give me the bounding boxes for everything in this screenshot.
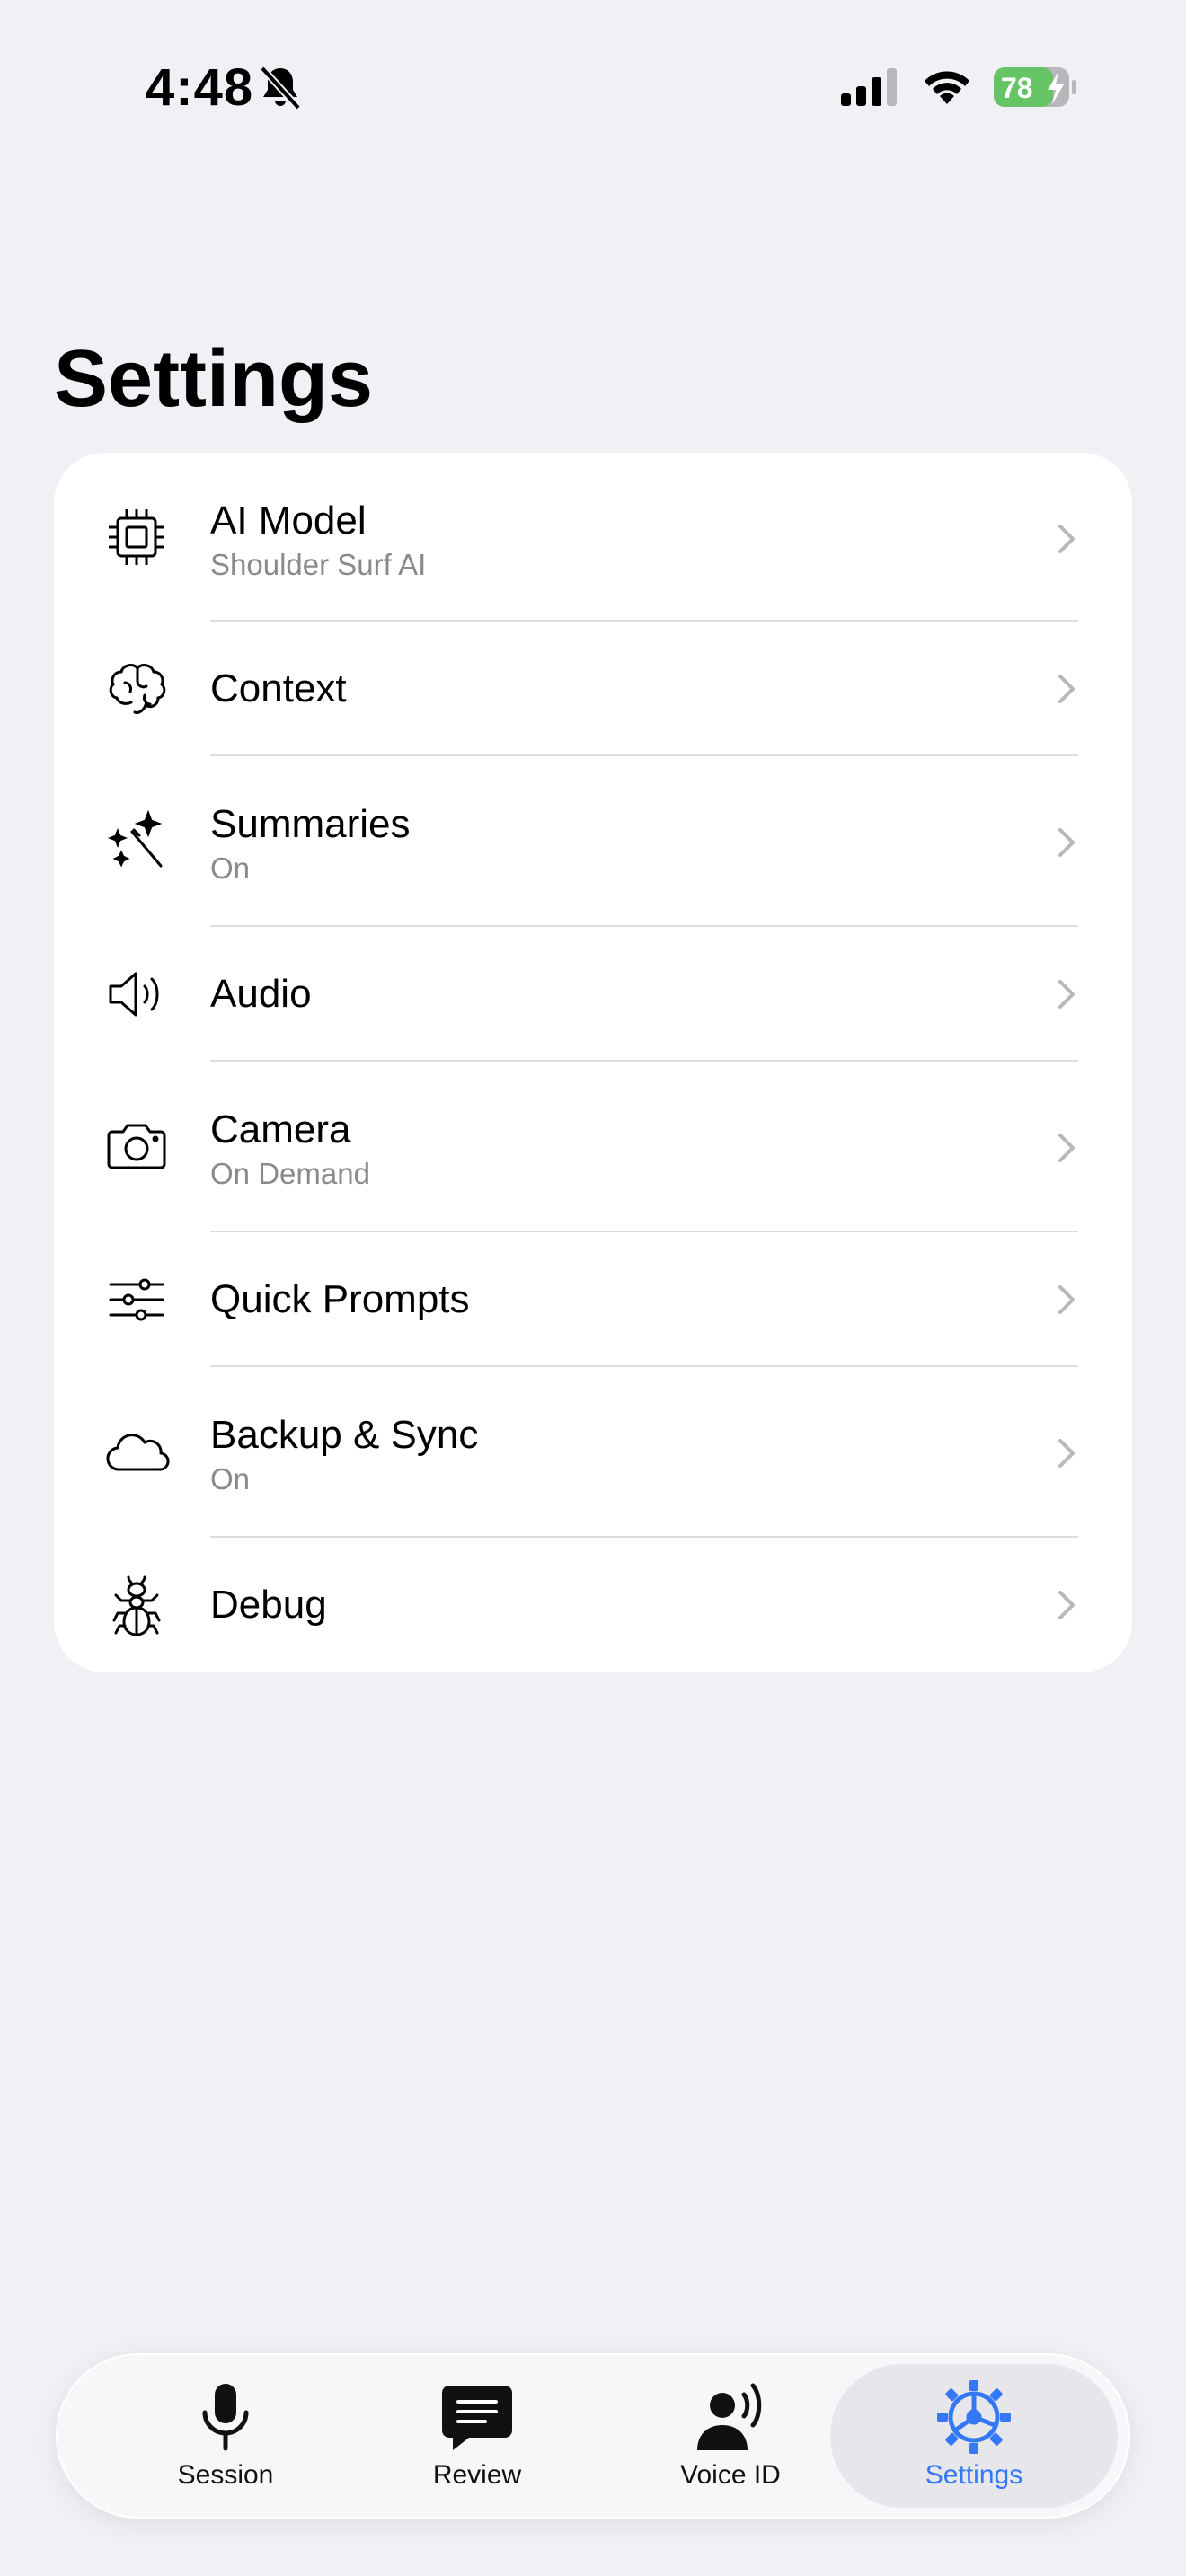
settings-row-subtitle: On Demand xyxy=(210,1157,370,1190)
person-wave-icon xyxy=(697,2383,762,2450)
chevron-right-icon xyxy=(1058,675,1075,703)
chevron-right-icon xyxy=(1058,828,1075,857)
tab-voice-id[interactable]: Voice ID xyxy=(600,2364,861,2508)
settings-row-label: Summaries xyxy=(210,802,411,846)
chevron-right-icon xyxy=(1058,525,1075,553)
tab-settings[interactable]: Settings xyxy=(830,2364,1118,2508)
battery-percent: 78 xyxy=(1001,72,1033,104)
settings-row-subtitle: Shoulder Surf AI xyxy=(210,548,427,581)
settings-row-label: Audio xyxy=(210,972,312,1016)
microphone-icon xyxy=(202,2384,249,2451)
speaker-icon xyxy=(101,958,173,1030)
brain-icon xyxy=(101,653,173,725)
chevron-right-icon xyxy=(1058,1285,1075,1314)
settings-row-label: Debug xyxy=(210,1583,327,1627)
settings-row-summaries[interactable]: Summaries On xyxy=(54,756,1132,927)
camera-icon xyxy=(101,1111,173,1183)
settings-row-subtitle: On xyxy=(210,851,251,885)
tab-label: Voice ID xyxy=(680,2460,781,2490)
chevron-right-icon xyxy=(1058,1591,1075,1619)
settings-row-camera[interactable]: Camera On Demand xyxy=(54,1062,1132,1232)
tab-session[interactable]: Session xyxy=(95,2364,356,2508)
settings-row-debug[interactable]: Debug xyxy=(54,1538,1132,1672)
tab-review[interactable]: Review xyxy=(347,2364,607,2508)
settings-row-label: AI Model xyxy=(210,498,367,543)
chevron-right-icon xyxy=(1058,980,1075,1009)
settings-row-label: Camera xyxy=(210,1107,351,1151)
tab-label: Settings xyxy=(925,2460,1023,2490)
status-bar: 4:48 78 xyxy=(0,0,1186,171)
cloud-icon xyxy=(101,1416,173,1488)
chevron-right-icon xyxy=(1058,1439,1075,1468)
settings-row-subtitle: On xyxy=(210,1462,251,1495)
ant-icon xyxy=(101,1569,173,1641)
page-title: Settings xyxy=(54,334,374,424)
settings-row-ai-model[interactable]: AI Model Shoulder Surf AI xyxy=(54,453,1132,622)
settings-row-context[interactable]: Context xyxy=(54,622,1132,756)
settings-row-label: Context xyxy=(210,666,347,710)
settings-row-audio[interactable]: Audio xyxy=(54,927,1132,1062)
settings-row-backup-sync[interactable]: Backup & Sync On xyxy=(54,1367,1132,1538)
cellular-signal-icon xyxy=(841,68,897,106)
settings-list: AI Model Shoulder Surf AI Context Summar… xyxy=(54,453,1132,1672)
sliders-icon xyxy=(101,1264,173,1336)
settings-row-quick-prompts[interactable]: Quick Prompts xyxy=(54,1232,1132,1367)
cpu-chip-icon xyxy=(101,501,173,573)
settings-row-label: Backup & Sync xyxy=(210,1413,479,1457)
battery-icon: 78 xyxy=(994,67,1076,107)
tab-label: Review xyxy=(432,2460,522,2490)
tab-bar: Session Review Voice ID Settings xyxy=(56,2353,1130,2519)
chat-bubble-icon xyxy=(442,2386,512,2450)
magic-wand-icon xyxy=(101,806,173,878)
settings-row-label: Quick Prompts xyxy=(210,1277,470,1321)
bell-slash-icon xyxy=(260,66,301,110)
chevron-right-icon xyxy=(1058,1134,1075,1162)
status-time: 4:48 xyxy=(146,58,254,117)
tab-label: Session xyxy=(177,2460,274,2490)
gear-icon xyxy=(937,2380,1011,2454)
wifi-icon xyxy=(925,71,969,104)
